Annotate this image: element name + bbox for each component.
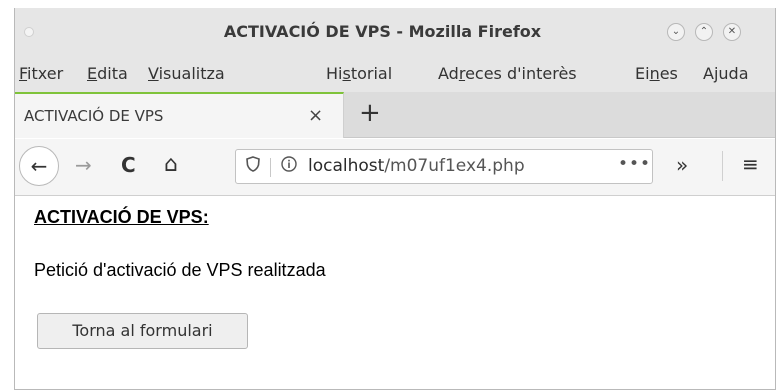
menu-help[interactable]: Ajuda bbox=[703, 64, 749, 83]
page-heading: ACTIVACIÓ DE VPS: bbox=[34, 207, 209, 227]
forward-arrow-icon[interactable]: → bbox=[75, 153, 92, 177]
tracking-shield-icon[interactable] bbox=[246, 156, 260, 176]
menu-history[interactable]: Historial bbox=[326, 64, 392, 83]
navigation-bar: ← → C ⌂ localhost/m07uf1ex4.php ••• » ≡ bbox=[15, 139, 775, 196]
toolbar-separator bbox=[722, 151, 723, 181]
window-title: ACTIVACIÓ DE VPS - Mozilla Firefox bbox=[223, 22, 542, 41]
menu-bar: Fitxer Edita Visualitza Historial Adrece… bbox=[15, 56, 775, 92]
browser-window: ACTIVACIÓ DE VPS - Mozilla Firefox ⌄ ⌃ ✕… bbox=[0, 0, 776, 390]
close-icon[interactable]: ✕ bbox=[723, 23, 741, 41]
new-tab-icon[interactable]: + bbox=[359, 98, 381, 128]
maximize-icon[interactable]: ⌃ bbox=[695, 23, 713, 41]
tab-strip: ACTIVACIÓ DE VPS × + bbox=[15, 92, 775, 138]
tab-close-icon[interactable]: × bbox=[308, 105, 323, 126]
reload-icon[interactable]: C bbox=[121, 153, 136, 177]
back-arrow-icon[interactable]: ← bbox=[19, 146, 59, 186]
home-icon[interactable]: ⌂ bbox=[164, 153, 178, 177]
site-info-icon[interactable] bbox=[281, 156, 297, 176]
hamburger-menu-icon[interactable]: ≡ bbox=[742, 152, 759, 176]
url-text[interactable]: localhost/m07uf1ex4.php bbox=[308, 156, 525, 176]
overflow-chevron-icon[interactable]: » bbox=[676, 153, 688, 177]
menu-edit[interactable]: Edita bbox=[87, 64, 128, 83]
tab-activacio-vps[interactable]: ACTIVACIÓ DE VPS × bbox=[15, 92, 344, 138]
url-separator bbox=[270, 158, 271, 177]
menu-tools[interactable]: Eines bbox=[635, 64, 678, 83]
menu-file[interactable]: Fitxer bbox=[19, 64, 63, 83]
menu-bookmarks[interactable]: Adreces d'interès bbox=[438, 64, 577, 83]
status-message: Petició d'activació de VPS realitzada bbox=[34, 260, 326, 280]
menu-view[interactable]: Visualitza bbox=[148, 64, 225, 83]
page-content: ACTIVACIÓ DE VPS: Petició d'activació de… bbox=[15, 197, 775, 390]
title-bar: ACTIVACIÓ DE VPS - Mozilla Firefox ⌄ ⌃ ✕ bbox=[15, 8, 775, 56]
desktop-strip bbox=[0, 0, 776, 8]
page-actions-icon[interactable]: ••• bbox=[618, 154, 651, 174]
url-bar[interactable]: localhost/m07uf1ex4.php ••• bbox=[235, 149, 653, 184]
tab-title: ACTIVACIÓ DE VPS bbox=[24, 107, 164, 125]
minimize-icon[interactable]: ⌄ bbox=[667, 23, 685, 41]
return-to-form-button[interactable]: Torna al formulari bbox=[37, 313, 248, 349]
